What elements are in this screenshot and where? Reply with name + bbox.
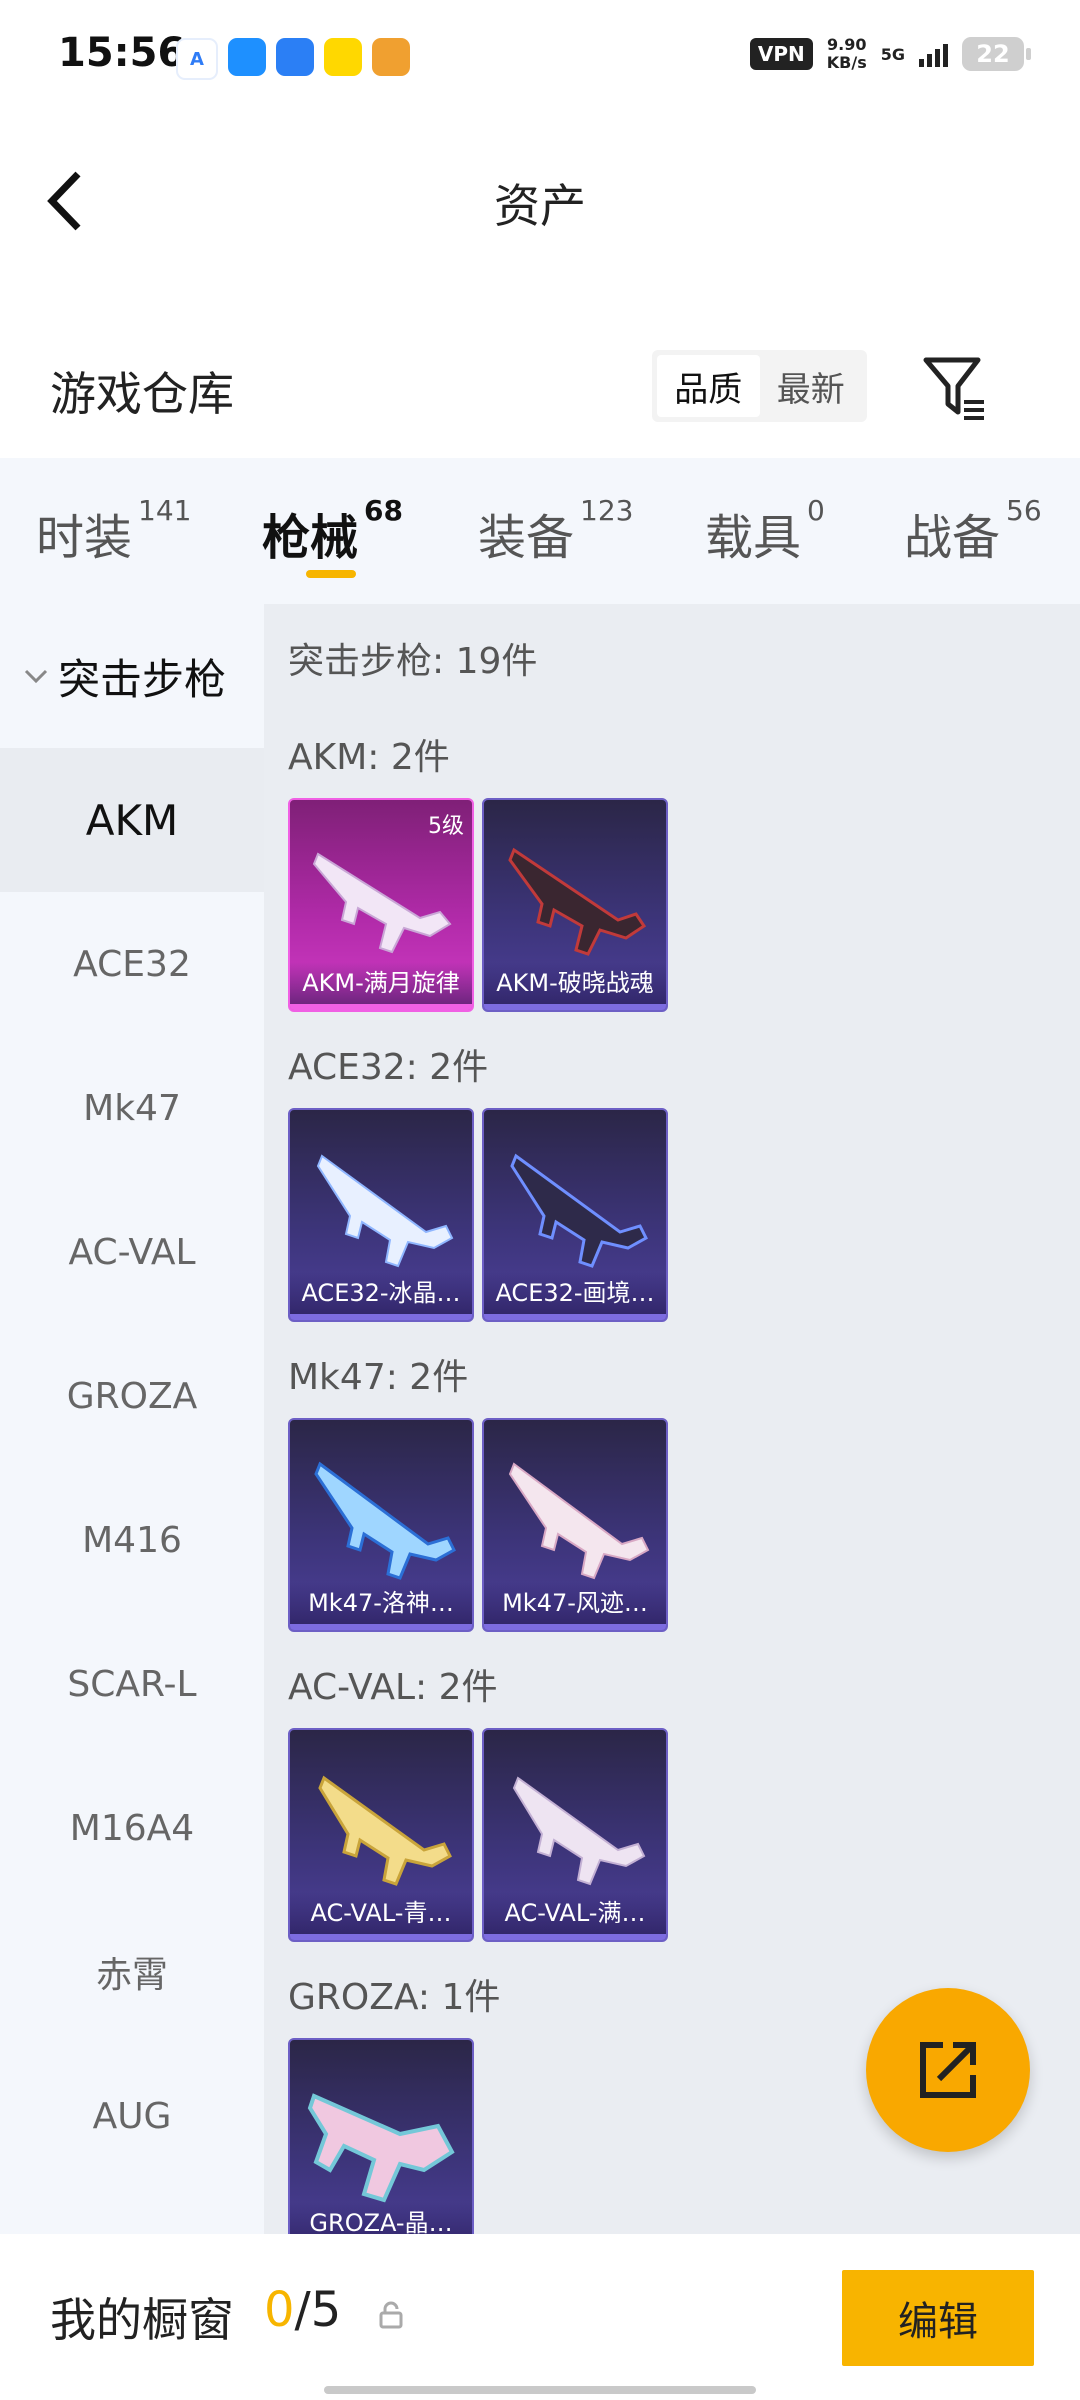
status-bar: 15:56 A VPN 9.90 KB/s 5G 22 bbox=[0, 0, 1080, 118]
sidebar-item-chixiao[interactable]: 赤霄 bbox=[0, 1900, 264, 2044]
skin-card[interactable]: GROZA-晶… bbox=[288, 2038, 474, 2234]
skin-name: AKM-破晓战魂 bbox=[484, 962, 666, 1004]
chevron-down-icon bbox=[24, 669, 48, 684]
vpn-badge: VPN bbox=[749, 38, 813, 70]
battery-icon: 22 bbox=[962, 37, 1031, 71]
app-header: 资产 bbox=[0, 118, 1080, 278]
sidebar-item-m16a4[interactable]: M16A4 bbox=[0, 1756, 264, 1900]
sidebar-group-assault-rifle[interactable]: 突击步枪 bbox=[0, 604, 264, 748]
skin-card[interactable]: AKM-破晓战魂 bbox=[482, 798, 668, 1012]
showcase-count: 0/5 bbox=[264, 2282, 342, 2338]
weapon-sidebar: 突击步枪 AKM ACE32 Mk47 AC-VAL GROZA M416 SC… bbox=[0, 604, 264, 2234]
group-title-groza: GROZA: 1件 bbox=[288, 1977, 501, 2018]
rifle-icon bbox=[314, 1461, 456, 1580]
filter-icon bbox=[923, 357, 984, 420]
sidebar-item-m416[interactable]: M416 bbox=[0, 1468, 264, 1612]
group-title-ac-val: AC-VAL: 2件 bbox=[288, 1667, 498, 1708]
rifle-icon bbox=[512, 1776, 646, 1886]
sort-toggle: 品质 最新 bbox=[652, 350, 867, 422]
skin-card[interactable]: Mk47-风迹… bbox=[482, 1418, 668, 1632]
signal-icon bbox=[919, 41, 948, 67]
skin-name: Mk47-洛神… bbox=[290, 1582, 472, 1624]
group-title-akm: AKM: 2件 bbox=[288, 737, 450, 778]
status-time: 15:56 bbox=[58, 30, 186, 76]
skin-card[interactable]: AC-VAL-青… bbox=[288, 1728, 474, 1942]
group-title-ace32: ACE32: 2件 bbox=[288, 1047, 489, 1088]
rifle-icon bbox=[508, 1462, 650, 1580]
sidebar-item-mk47[interactable]: Mk47 bbox=[0, 1036, 264, 1180]
tab-fashion[interactable]: 时装 141 bbox=[36, 494, 191, 568]
skin-name: AC-VAL-青… bbox=[290, 1892, 472, 1934]
network-speed: 9.90 KB/s bbox=[826, 35, 867, 72]
skin-name: AKM-满月旋律 bbox=[290, 962, 472, 1004]
app-blue-icon bbox=[228, 38, 266, 76]
warehouse-title: 游戏仓库 bbox=[50, 367, 234, 421]
sidebar-item-scar-l[interactable]: SCAR-L bbox=[0, 1612, 264, 1756]
rifle-icon bbox=[318, 1775, 452, 1886]
rifle-icon bbox=[316, 1154, 454, 1268]
rifle-icon bbox=[510, 1153, 648, 1268]
skin-card[interactable]: Mk47-洛神… bbox=[288, 1418, 474, 1632]
sidebar-item-ace32[interactable]: ACE32 bbox=[0, 892, 264, 1036]
sidebar-item-akm[interactable]: AKM bbox=[0, 748, 264, 892]
sidebar-item-groza[interactable]: GROZA bbox=[0, 1324, 264, 1468]
skin-card[interactable]: 5级 AKM-满月旋律 bbox=[288, 798, 474, 1012]
skin-name: ACE32-画境… bbox=[484, 1272, 666, 1314]
home-indicator[interactable] bbox=[324, 2386, 756, 2394]
rifle-icon bbox=[307, 2093, 455, 2203]
lock-icon bbox=[379, 2301, 403, 2329]
sort-option-quality[interactable]: 品质 bbox=[657, 355, 760, 417]
skin-name: GROZA-晶… bbox=[290, 2202, 472, 2234]
share-external-icon bbox=[920, 2042, 976, 2098]
app-mail-icon bbox=[276, 38, 314, 76]
app-game-icon bbox=[372, 38, 410, 76]
app-a-icon: A bbox=[176, 38, 218, 80]
page-title: 资产 bbox=[494, 179, 586, 233]
group-title-mk47: Mk47: 2件 bbox=[288, 1357, 469, 1398]
sidebar-item-aug[interactable]: AUG bbox=[0, 2044, 264, 2188]
rifle-icon bbox=[508, 847, 647, 956]
category-tabs: 时装 141 枪械 68 装备 123 载具 0 战备 56 bbox=[0, 458, 1080, 604]
edit-button[interactable]: 编辑 bbox=[842, 2270, 1034, 2366]
tab-supplies[interactable]: 战备 56 bbox=[904, 494, 1042, 568]
sort-option-newest[interactable]: 最新 bbox=[760, 355, 863, 417]
sidebar-item-ac-val[interactable]: AC-VAL bbox=[0, 1180, 264, 1324]
status-app-icons: A bbox=[176, 38, 410, 80]
skin-card[interactable]: ACE32-画境… bbox=[482, 1108, 668, 1322]
tab-guns[interactable]: 枪械 68 bbox=[262, 494, 403, 568]
active-tab-indicator bbox=[306, 570, 356, 578]
filter-button[interactable] bbox=[920, 352, 990, 424]
network-type: 5G bbox=[880, 44, 905, 64]
skin-name: AC-VAL-满… bbox=[484, 1892, 666, 1934]
app-yellow-icon bbox=[324, 38, 362, 76]
showcase-label: 我的橱窗 bbox=[50, 2293, 234, 2347]
showcase-bar: 我的橱窗 0/5 编辑 bbox=[0, 2234, 1080, 2400]
category-count: 突击步枪: 19件 bbox=[288, 641, 538, 682]
skin-name: Mk47-风迹… bbox=[484, 1582, 666, 1624]
tab-vehicles[interactable]: 载具 0 bbox=[705, 494, 825, 568]
share-fab[interactable] bbox=[866, 1988, 1030, 2152]
skin-name: ACE32-冰晶… bbox=[290, 1272, 472, 1314]
skin-card[interactable]: AC-VAL-满… bbox=[482, 1728, 668, 1942]
skin-card[interactable]: ACE32-冰晶… bbox=[288, 1108, 474, 1322]
tab-equipment[interactable]: 装备 123 bbox=[478, 494, 633, 568]
rifle-icon bbox=[312, 852, 452, 954]
status-indicators: VPN 9.90 KB/s 5G 22 bbox=[749, 35, 1031, 72]
